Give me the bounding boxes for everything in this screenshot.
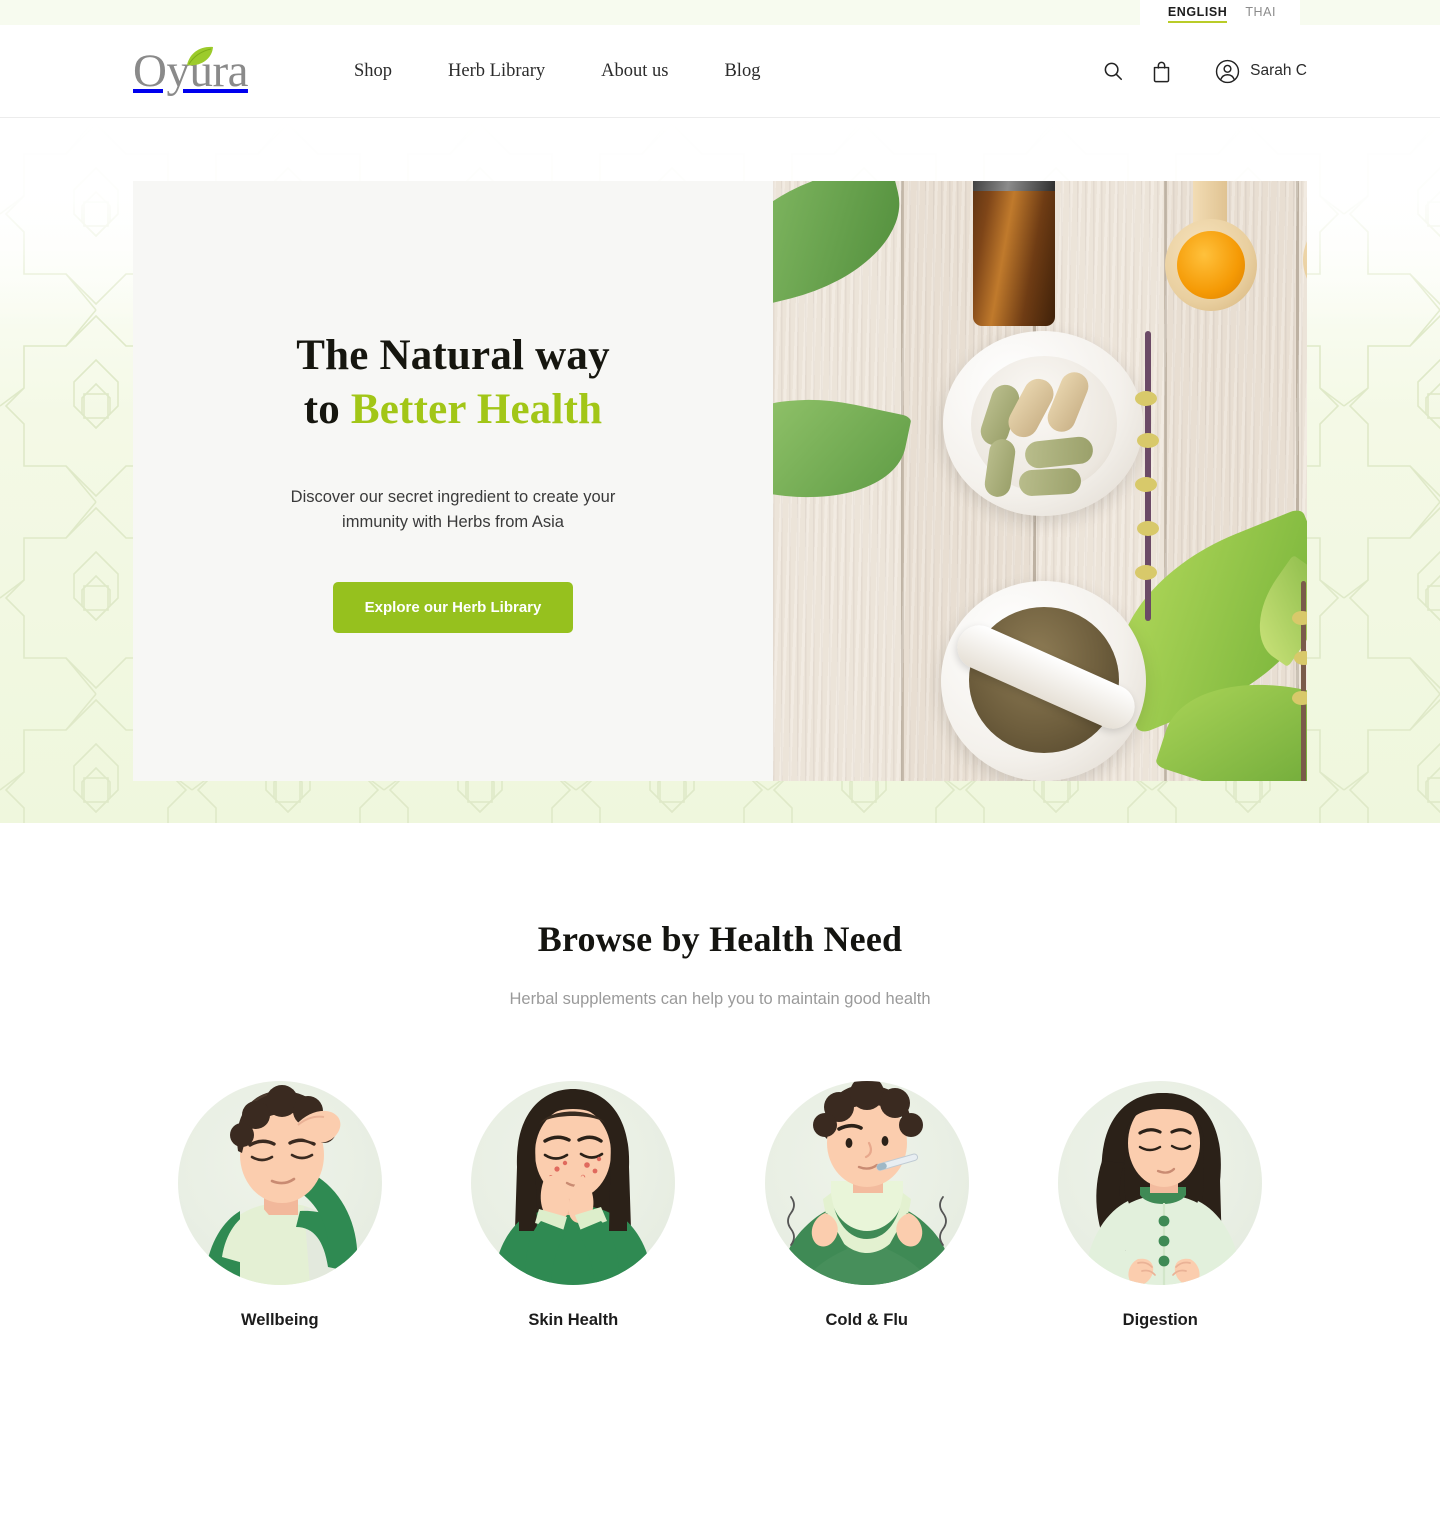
person-stomachache-illustration (1058, 1081, 1263, 1285)
account-menu[interactable]: Sarah C (1215, 59, 1307, 84)
section-title: Browse by Health Need (537, 919, 903, 959)
header-actions: Sarah C (1089, 47, 1307, 95)
hero-title-line2-accent: Better Health (350, 386, 603, 434)
herb-bud-1 (1135, 391, 1157, 406)
herb-bud-8 (1292, 691, 1307, 705)
bottle-cap (973, 181, 1055, 191)
herb-bud-3 (1135, 477, 1157, 492)
category-label-digestion: Digestion (1122, 1311, 1198, 1329)
nav-item-blog[interactable]: Blog (696, 25, 788, 118)
herb-bud-7 (1294, 651, 1307, 665)
category-label-wellbeing: Wellbeing (240, 1311, 319, 1329)
user-avatar-icon (1215, 59, 1240, 84)
hero-subtitle: Discover our secret ingredient to create… (290, 487, 616, 531)
hero-section: The Natural way to Better Health Discove… (0, 118, 1440, 823)
herb-bud-4 (1137, 521, 1159, 536)
category-grid: Wellbeing Skin Health Cold & Flu Digesti… (0, 1081, 1440, 1330)
spoon-fill-oil-capsules (1177, 231, 1245, 299)
nav-item-shop[interactable]: Shop (326, 25, 420, 118)
explore-herb-library-button[interactable]: Explore our Herb Library (332, 581, 574, 633)
hero-title-line1: The Natural way (296, 332, 610, 380)
shopping-bag-icon[interactable] (1137, 47, 1185, 95)
herb-bud-6 (1292, 611, 1307, 625)
hero-title-line2-prefix: to (303, 386, 351, 434)
language-option-thai[interactable]: THAI (1245, 0, 1276, 25)
category-card-digestion[interactable]: Digestion (1014, 1081, 1308, 1330)
herb-bud-5 (1135, 565, 1157, 580)
category-label-skin-health: Skin Health (528, 1311, 619, 1329)
person-headache-illustration (177, 1081, 382, 1285)
logo[interactable]: Oyura (133, 45, 268, 97)
hero-copy-panel: The Natural way to Better Health Discove… (133, 181, 773, 781)
account-name: Sarah C (1250, 62, 1307, 79)
main-navigation: Shop Herb Library About us Blog (326, 25, 788, 118)
category-card-skin-health[interactable]: Skin Health (427, 1081, 721, 1330)
section-subtitle: Herbal supplements can help you to maint… (509, 990, 931, 1008)
search-icon[interactable] (1089, 47, 1137, 95)
herb-bud-2 (1137, 433, 1159, 448)
person-acne-illustration (471, 1081, 676, 1285)
hero-title: The Natural way to Better Health (296, 329, 610, 437)
leaf-icon (185, 46, 215, 68)
language-bar: ENGLISH THAI (0, 0, 1440, 25)
person-fever-illustration (764, 1081, 969, 1285)
capsule-green-4 (1018, 467, 1082, 497)
category-label-cold-flu: Cold & Flu (825, 1311, 908, 1329)
hero-card: The Natural way to Better Health Discove… (133, 181, 1307, 781)
nav-item-herb-library[interactable]: Herb Library (420, 25, 573, 118)
browse-by-health-need-section: Browse by Health Need Herbal supplements… (0, 823, 1440, 1330)
language-option-english[interactable]: ENGLISH (1167, 0, 1228, 25)
hero-image (773, 181, 1307, 781)
nav-item-about-us[interactable]: About us (573, 25, 696, 118)
category-card-cold-flu[interactable]: Cold & Flu (720, 1081, 1014, 1330)
category-card-wellbeing[interactable]: Wellbeing (133, 1081, 427, 1330)
amber-bottle (973, 181, 1055, 326)
site-header: Oyura Shop Herb Library About us Blog Sa… (0, 25, 1440, 118)
language-switcher: ENGLISH THAI (1139, 0, 1300, 25)
